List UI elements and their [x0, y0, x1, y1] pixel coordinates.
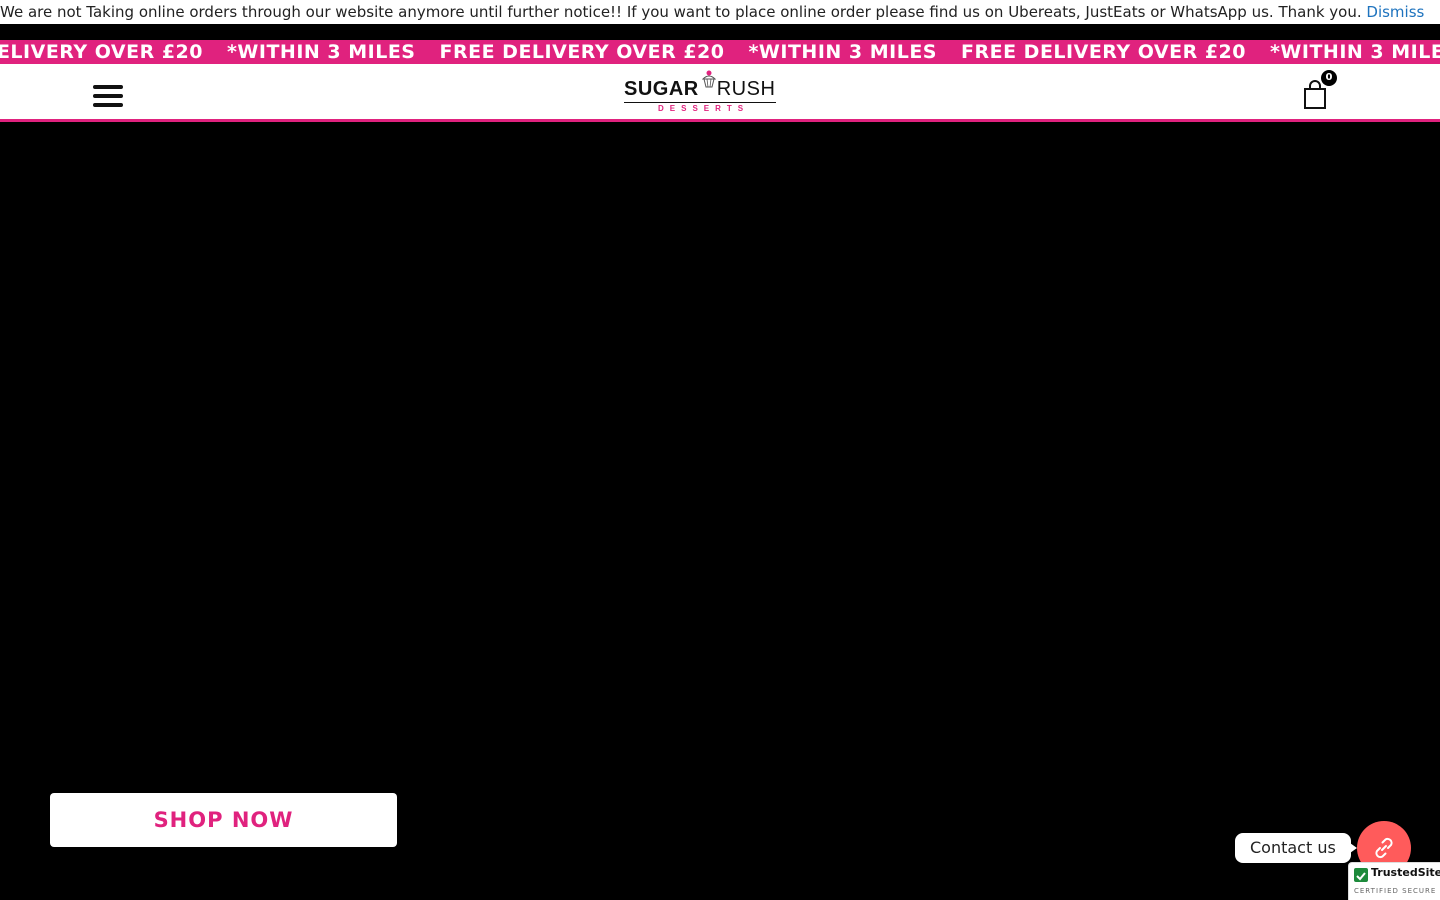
site-header: SUGAR RUSH DESSERTS 0 — [0, 64, 1440, 122]
logo-divider — [624, 102, 776, 103]
ticker-item: *WITHIN 3 MILES — [748, 41, 937, 63]
store-notice-bar: We are not Taking online orders through … — [0, 0, 1440, 24]
trustedsite-name: TrustedSite — [1371, 866, 1440, 879]
delivery-ticker: FREE DELIVERY OVER £20 *WITHIN 3 MILES F… — [0, 40, 1440, 64]
checkmark-icon — [1354, 868, 1368, 882]
ticker-item: *WITHIN 3 MILES — [1270, 41, 1440, 63]
cart-button[interactable]: 0 — [1303, 70, 1339, 110]
ticker-track: FREE DELIVERY OVER £20 *WITHIN 3 MILES F… — [0, 40, 1440, 64]
ticker-item: FREE DELIVERY OVER £20 — [961, 41, 1246, 63]
menu-icon[interactable] — [93, 85, 123, 107]
shop-now-button[interactable]: SHOP NOW — [50, 793, 397, 847]
link-icon — [1375, 837, 1393, 859]
cupcake-icon — [702, 70, 716, 88]
cart-count-badge: 0 — [1321, 70, 1337, 86]
hero-video-area — [0, 124, 1440, 900]
site-logo[interactable]: SUGAR RUSH DESSERTS — [624, 70, 776, 114]
ticker-item: FREE DELIVERY OVER £20 — [0, 41, 203, 63]
trustedsite-badge[interactable]: TrustedSite CERTIFIED SECURE — [1348, 862, 1440, 900]
ticker-item: FREE DELIVERY OVER £20 — [439, 41, 725, 63]
contact-us-label[interactable]: Contact us — [1235, 833, 1357, 863]
logo-wordmark: SUGAR RUSH — [624, 78, 776, 100]
ticker-item: *WITHIN 3 MILES — [227, 41, 416, 63]
store-notice-text: We are not Taking online orders through … — [0, 3, 1362, 21]
trustedsite-subtitle: CERTIFIED SECURE — [1354, 887, 1437, 895]
logo-subtitle: DESSERTS — [658, 104, 750, 113]
dismiss-link[interactable]: Dismiss — [1366, 3, 1424, 21]
